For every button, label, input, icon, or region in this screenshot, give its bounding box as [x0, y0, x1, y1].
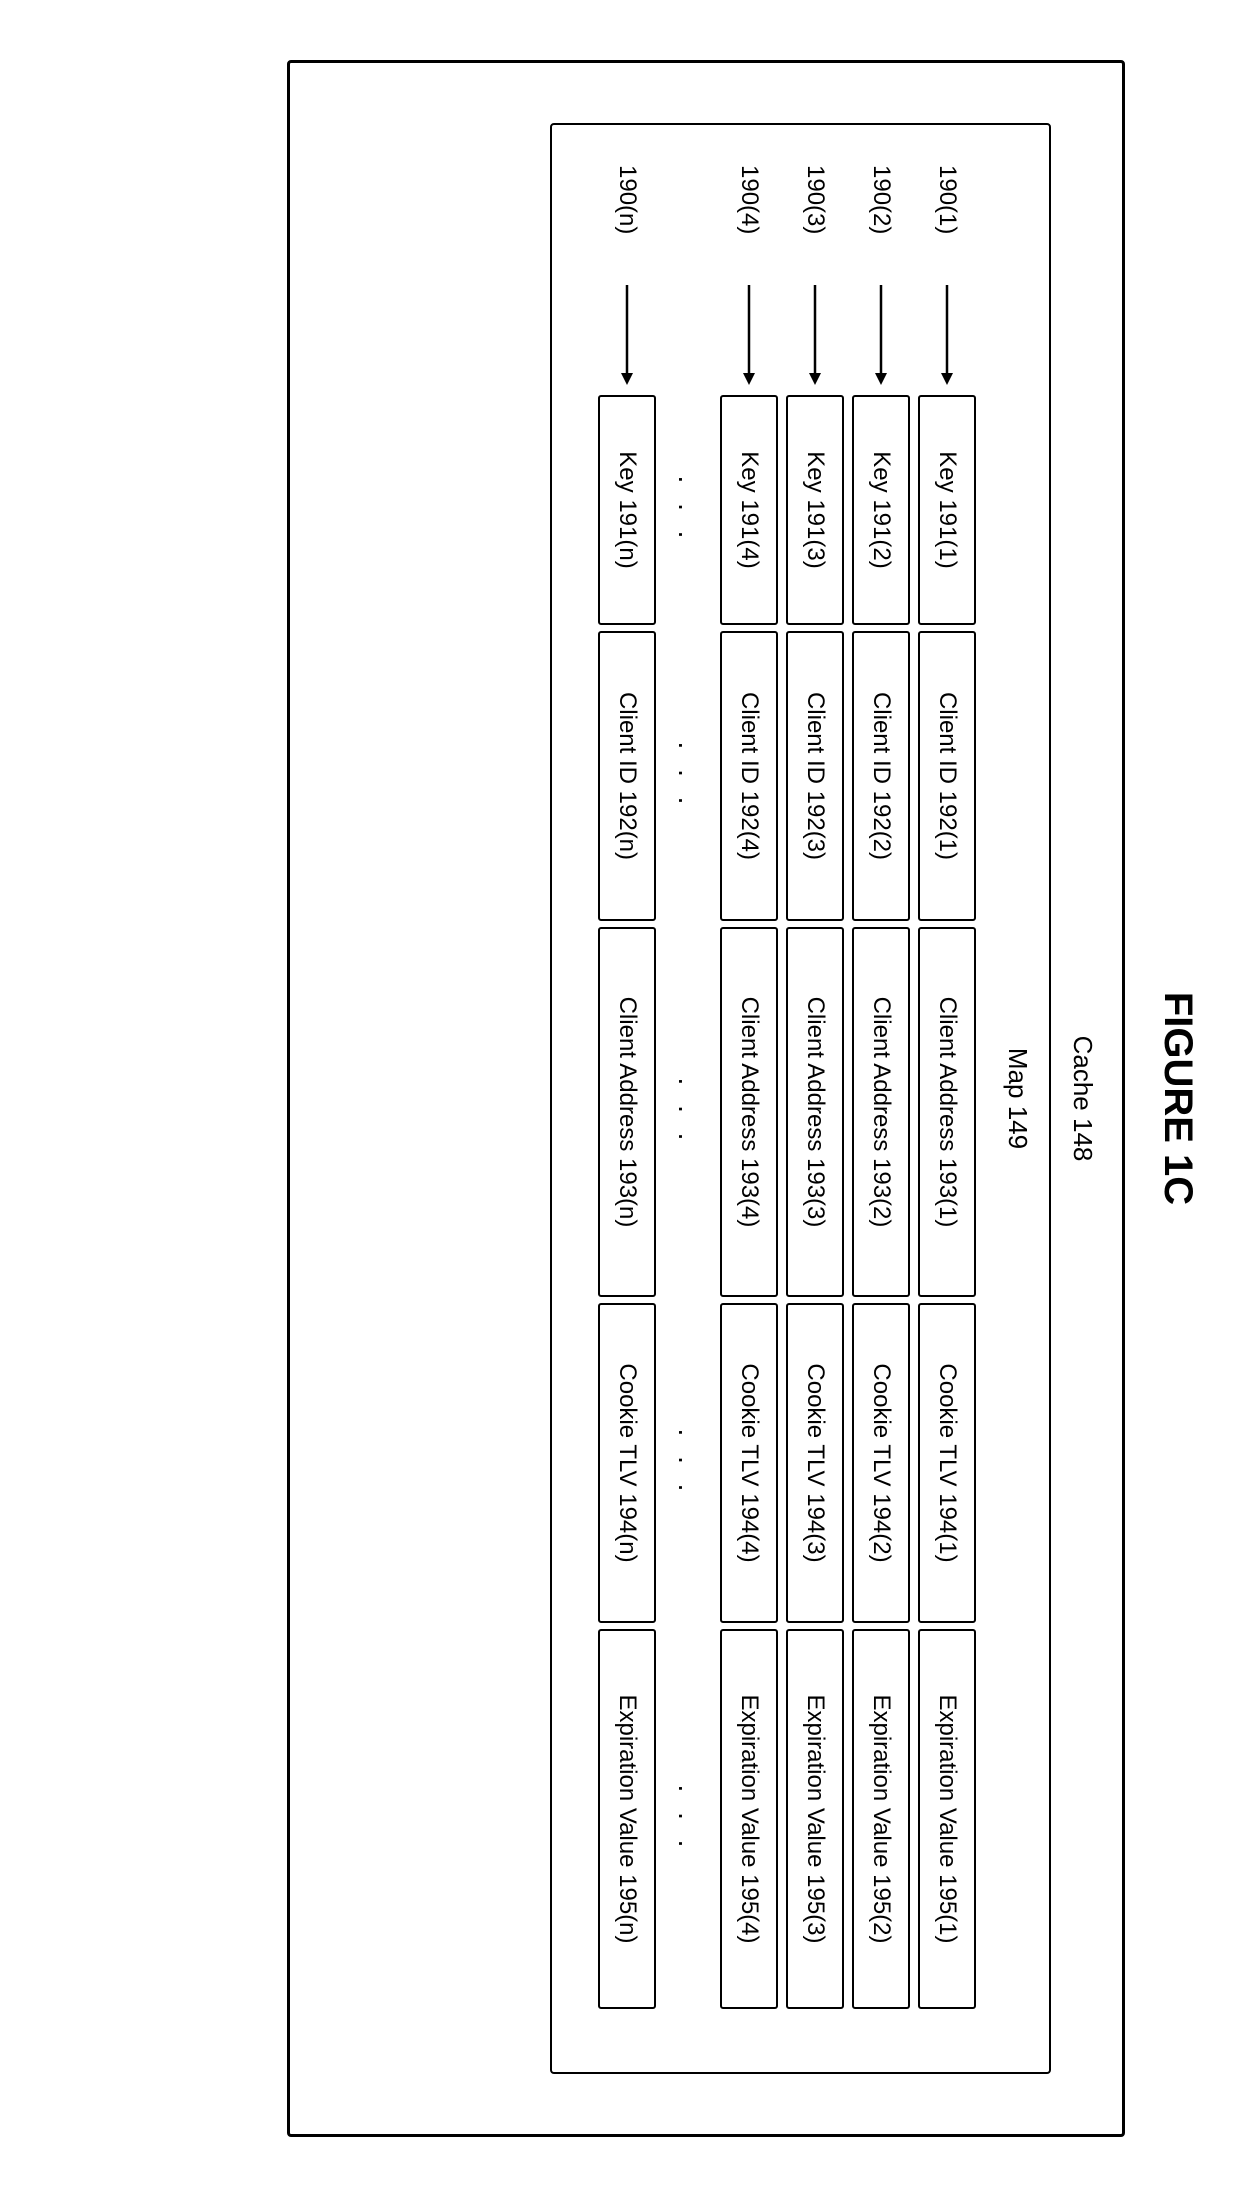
map-row: 190(n) Key 191(n) Client ID 192(n) Clien…: [596, 165, 658, 2032]
arrow-icon: [809, 275, 821, 395]
map-row: 190(3) Key 191(3) Client ID 192(3) Clien…: [784, 165, 846, 2032]
row-label: 190(n): [613, 165, 641, 275]
cell-cookie-tlv: Cookie TLV 194(n): [598, 1303, 656, 1623]
map-row-ellipsis: . . . . . . . . . . . . . . .: [662, 165, 714, 2032]
cell-client-address: Client Address 193(1): [918, 927, 976, 1297]
cache-label: Cache 148: [1067, 123, 1098, 2074]
map-row: 190(1) Key 191(1) Client ID 192(1) Clien…: [916, 165, 978, 2032]
cell-ellipsis: . . .: [664, 1303, 712, 1623]
cell-ellipsis: . . .: [664, 1629, 712, 2009]
cell-client-address: Client Address 193(n): [598, 927, 656, 1297]
cell-client-address: Client Address 193(3): [786, 927, 844, 1297]
row-label: 190(1): [933, 165, 961, 275]
cell-client-id: Client ID 192(4): [720, 631, 778, 921]
map-label: Map 149: [1002, 165, 1033, 2032]
cell-expiration: Expiration Value 195(2): [852, 1629, 910, 2009]
cell-key: Key 191(4): [720, 395, 778, 625]
arrow-icon: [743, 275, 755, 395]
cell-client-address: Client Address 193(4): [720, 927, 778, 1297]
cell-key: Key 191(2): [852, 395, 910, 625]
cell-expiration: Expiration Value 195(3): [786, 1629, 844, 2009]
cell-cookie-tlv: Cookie TLV 194(2): [852, 1303, 910, 1623]
figure-title: FIGURE 1C: [1155, 60, 1200, 2137]
cell-key: Key 191(n): [598, 395, 656, 625]
cell-cookie-tlv: Cookie TLV 194(3): [786, 1303, 844, 1623]
arrow-icon: [875, 275, 887, 395]
cell-client-id: Client ID 192(2): [852, 631, 910, 921]
row-label: 190(3): [801, 165, 829, 275]
cell-key: Key 191(1): [918, 395, 976, 625]
arrow-icon: [621, 275, 633, 395]
cell-expiration: Expiration Value 195(1): [918, 1629, 976, 2009]
row-label: 190(4): [735, 165, 763, 275]
cell-ellipsis: . . .: [664, 395, 712, 625]
cell-cookie-tlv: Cookie TLV 194(1): [918, 1303, 976, 1623]
map-row: 190(4) Key 191(4) Client ID 192(4) Clien…: [718, 165, 780, 2032]
cell-cookie-tlv: Cookie TLV 194(4): [720, 1303, 778, 1623]
row-label: 190(2): [867, 165, 895, 275]
cell-expiration: Expiration Value 195(n): [598, 1629, 656, 2009]
cell-client-address: Client Address 193(2): [852, 927, 910, 1297]
cell-ellipsis: . . .: [664, 927, 712, 1297]
map-row: 190(2) Key 191(2) Client ID 192(2) Clien…: [850, 165, 912, 2032]
map-box: Map 149 190(1) Key 191(1) Client ID 192(…: [550, 123, 1051, 2074]
cell-key: Key 191(3): [786, 395, 844, 625]
cell-client-id: Client ID 192(1): [918, 631, 976, 921]
arrow-icon: [941, 275, 953, 395]
cell-client-id: Client ID 192(3): [786, 631, 844, 921]
cell-client-id: Client ID 192(n): [598, 631, 656, 921]
cell-ellipsis: . . .: [664, 631, 712, 921]
cache-box: Cache 148 Map 149 190(1) Key 191(1) Clie…: [287, 60, 1125, 2137]
cell-expiration: Expiration Value 195(4): [720, 1629, 778, 2009]
